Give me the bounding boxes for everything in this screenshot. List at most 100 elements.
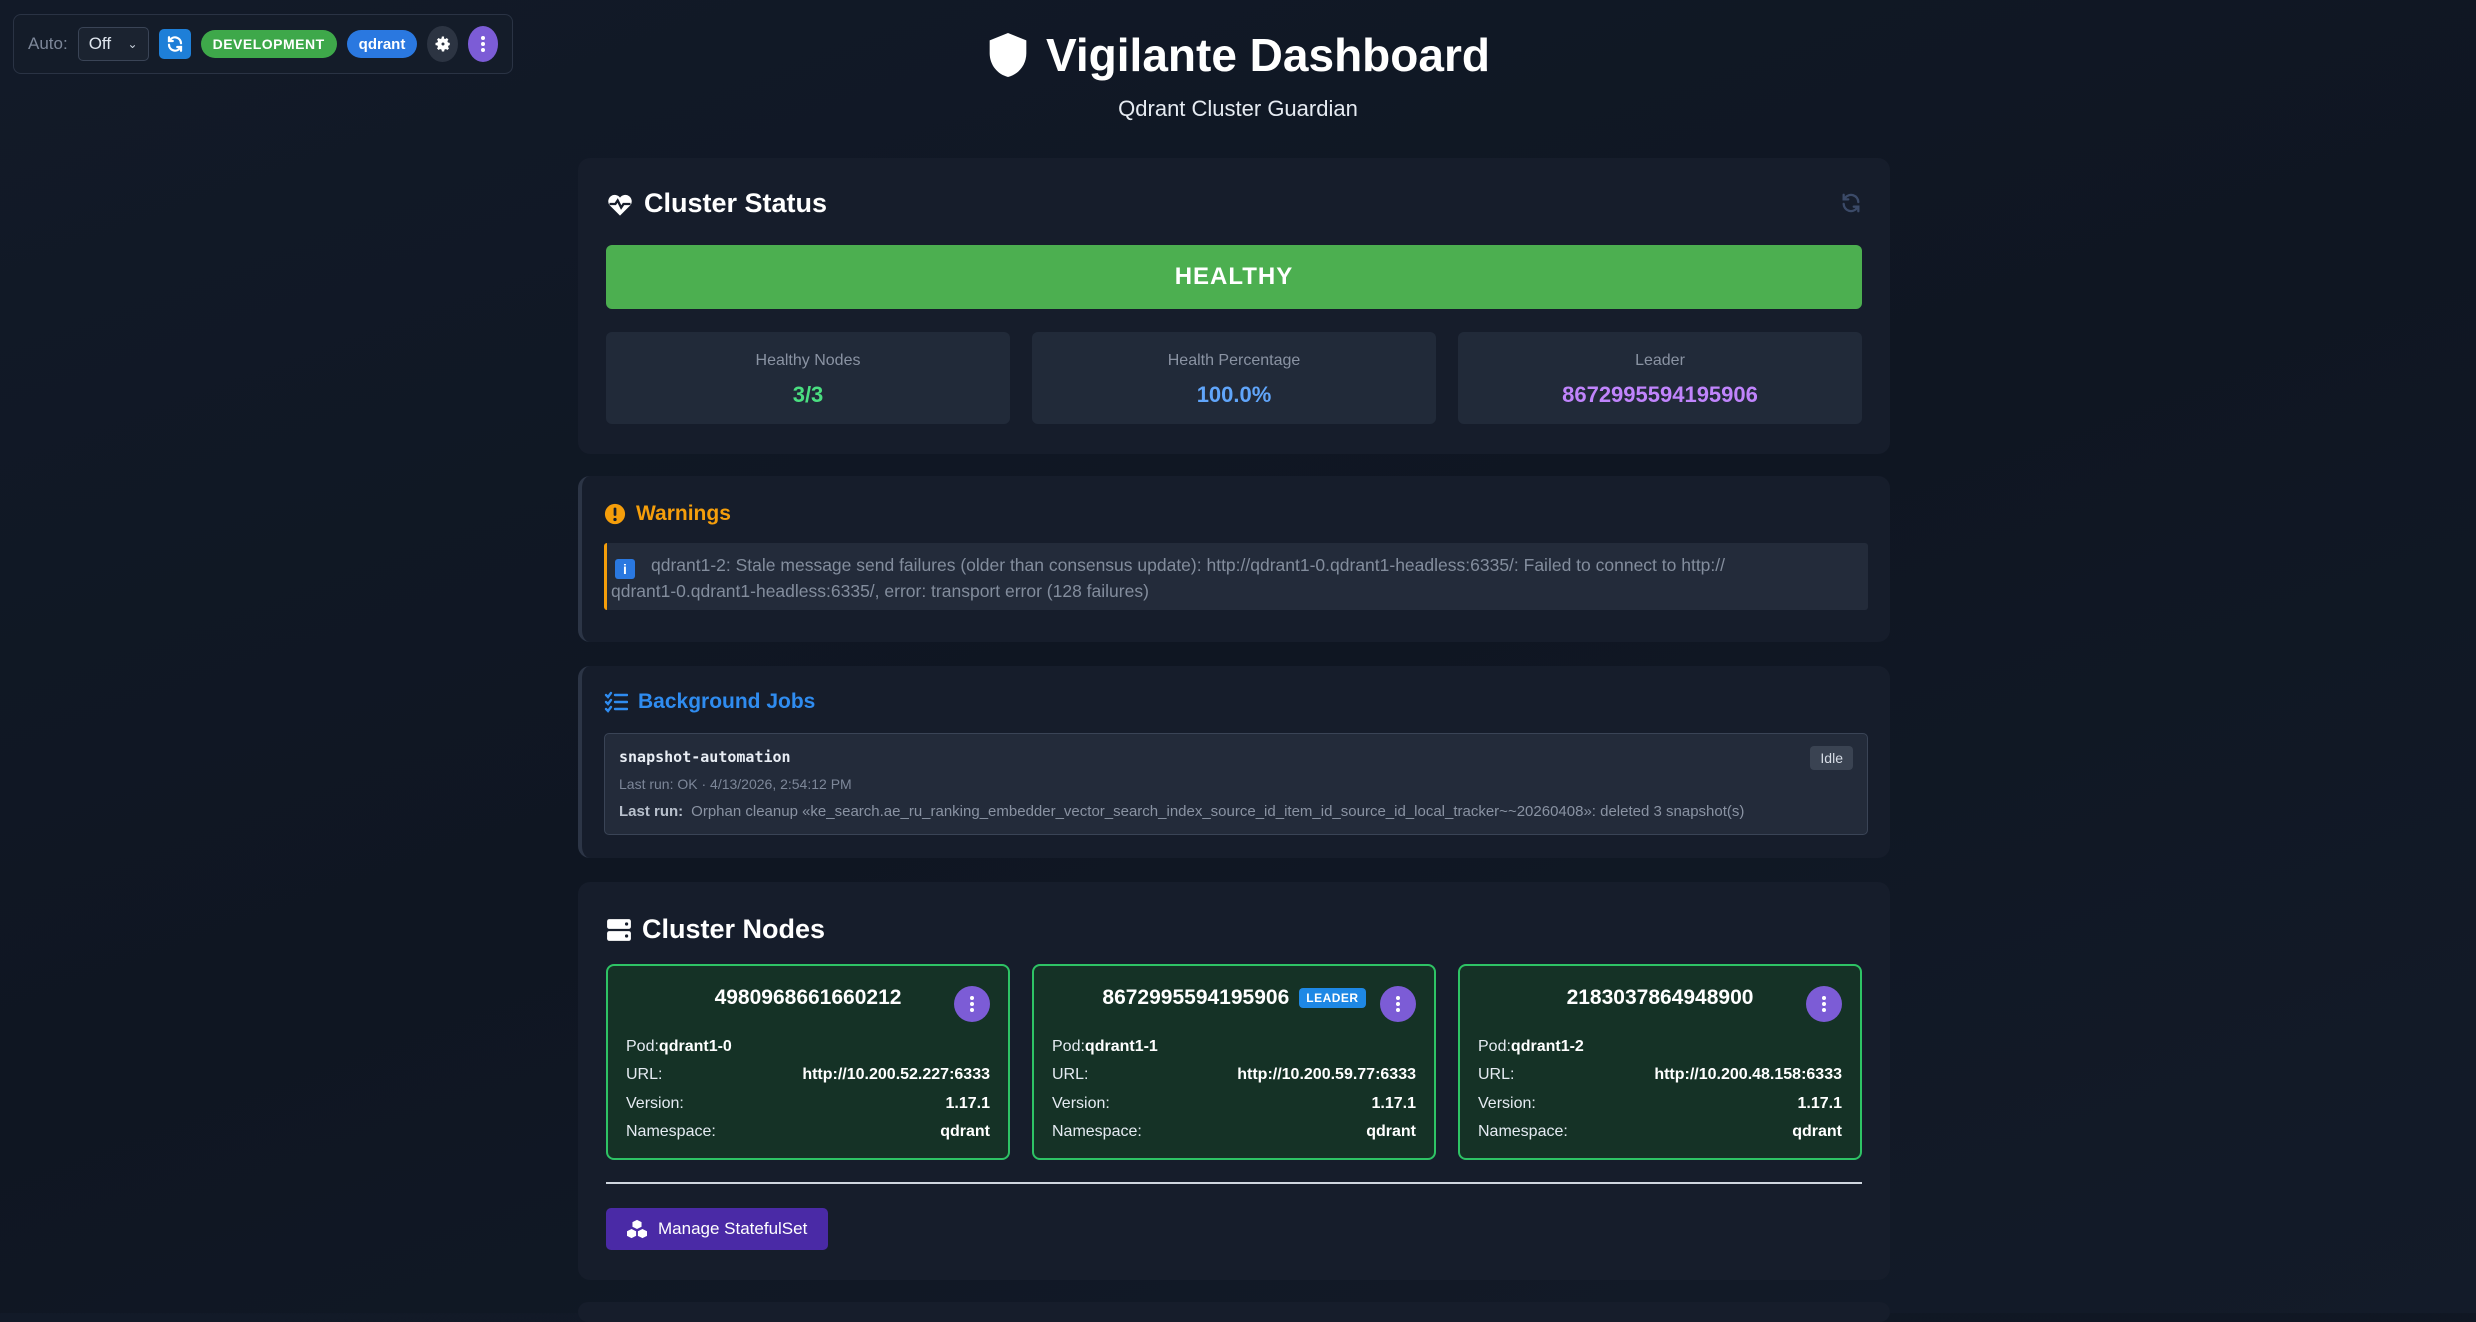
warnings-title: Warnings xyxy=(636,502,731,525)
stat-label: Healthy Nodes xyxy=(755,352,861,369)
status-refresh-button[interactable] xyxy=(1840,192,1862,219)
url-value: http://10.200.48.158:6333 xyxy=(1654,1066,1842,1083)
cluster-status-heading: Cluster Status xyxy=(606,188,827,219)
node-version-row: Version: 1.17.1 xyxy=(626,1095,990,1113)
stat-health-percentage: Health Percentage 100.0% xyxy=(1032,332,1436,424)
node-card: 8672995594195906 LEADER Pod: qdrant1-1 UR… xyxy=(1032,964,1436,1160)
node-id: 4980968661660212 xyxy=(714,986,902,1009)
pod-value: qdrant1-1 xyxy=(1084,1038,1158,1055)
node-menu-button[interactable] xyxy=(1806,986,1842,1022)
node-url-row: URL: http://10.200.48.158:6333 xyxy=(1478,1066,1842,1084)
jobs-heading: Background Jobs xyxy=(604,690,815,714)
cluster-nodes-panel: Cluster Nodes 4980968661660212 Pod: qdran… xyxy=(578,882,1890,1280)
node-header: 2183037864948900 xyxy=(1460,986,1860,1010)
node-namespace-row: Namespace: qdrant xyxy=(1478,1123,1842,1141)
cubes-icon xyxy=(627,1219,647,1239)
version-label: Version: xyxy=(626,1095,684,1112)
next-panel-edge xyxy=(578,1302,1890,1322)
node-id: 8672995594195906 xyxy=(1102,986,1290,1009)
stat-healthy-nodes: Healthy Nodes 3/3 xyxy=(606,332,1010,424)
job-last-run-summary: Last run: OK · 4/13/2026, 2:54:12 PM xyxy=(619,776,852,792)
pod-label: Pod: xyxy=(626,1038,659,1055)
cluster-nodes-title: Cluster Nodes xyxy=(642,914,826,944)
node-id: 2183037864948900 xyxy=(1566,986,1754,1009)
cluster-nodes-heading: Cluster Nodes xyxy=(606,914,825,945)
node-namespace-row: Namespace: qdrant xyxy=(626,1123,990,1141)
namespace-label: Namespace: xyxy=(1478,1123,1568,1140)
list-check-icon xyxy=(604,691,628,713)
node-menu-button[interactable] xyxy=(954,986,990,1022)
job-status-badge: Idle xyxy=(1810,746,1853,770)
node-header: 4980968661660212 xyxy=(608,986,1008,1010)
page-title: Vigilante Dashboard xyxy=(1046,29,1490,81)
refresh-icon xyxy=(1842,193,1860,213)
cluster-status-panel: Cluster Status HEALTHY Healthy Nodes 3/3… xyxy=(578,158,1890,454)
url-label: URL: xyxy=(1052,1066,1089,1083)
version-label: Version: xyxy=(1052,1095,1110,1112)
warning-text-line1: qdrant1-2: Stale message send failures (… xyxy=(651,555,1726,575)
namespace-label: Namespace: xyxy=(1052,1123,1142,1140)
url-value: http://10.200.52.227:6333 xyxy=(802,1066,990,1083)
node-version-row: Version: 1.17.1 xyxy=(1052,1095,1416,1113)
stat-value: 100.0% xyxy=(1196,382,1272,407)
url-label: URL: xyxy=(1478,1066,1515,1083)
health-status-bar: HEALTHY xyxy=(606,245,1862,309)
manage-statefulset-label: Manage StatefulSet xyxy=(658,1219,808,1238)
warnings-panel: Warnings i qdrant1-2: Stale message send … xyxy=(578,476,1890,642)
page-header: Vigilante Dashboard Qdrant Cluster Guard… xyxy=(0,28,2476,122)
stat-label: Health Percentage xyxy=(1167,352,1301,369)
background-jobs-panel: Background Jobs snapshot-automation Idle… xyxy=(578,666,1890,858)
node-pod-row: Pod: qdrant1-0 xyxy=(626,1038,990,1056)
heart-pulse-icon xyxy=(608,194,632,216)
cluster-status-title: Cluster Status xyxy=(644,188,828,218)
manage-statefulset-button[interactable]: Manage StatefulSet xyxy=(606,1208,828,1250)
shield-icon xyxy=(989,33,1027,77)
node-menu-button[interactable] xyxy=(1380,986,1416,1022)
version-value: 1.17.1 xyxy=(1371,1095,1416,1112)
info-icon: i xyxy=(615,559,635,579)
pod-value: qdrant1-2 xyxy=(1510,1038,1584,1055)
node-header: 8672995594195906 LEADER xyxy=(1034,986,1434,1010)
warning-circle-icon xyxy=(604,503,626,525)
node-namespace-row: Namespace: qdrant xyxy=(1052,1123,1416,1141)
warning-item: i qdrant1-2: Stale message send failures … xyxy=(604,543,1868,610)
pod-label: Pod: xyxy=(1052,1038,1085,1055)
more-vertical-icon xyxy=(970,996,974,1012)
job-last-run-label: Last run: xyxy=(619,803,684,820)
warnings-heading: Warnings xyxy=(604,502,731,526)
node-card: 4980968661660212 Pod: qdrant1-0 URL: http:… xyxy=(606,964,1010,1160)
namespace-value: qdrant xyxy=(940,1123,990,1140)
node-card: 2183037864948900 Pod: qdrant1-2 URL: http:… xyxy=(1458,964,1862,1160)
url-label: URL: xyxy=(626,1066,663,1083)
version-value: 1.17.1 xyxy=(945,1095,990,1112)
pod-label: Pod: xyxy=(1478,1038,1511,1055)
version-value: 1.17.1 xyxy=(1797,1095,1842,1112)
stat-value: 8672995594195906 xyxy=(1562,382,1758,407)
namespace-value: qdrant xyxy=(1792,1123,1842,1140)
pod-value: qdrant1-0 xyxy=(658,1038,732,1055)
server-icon xyxy=(607,918,631,941)
job-last-run-detail: Orphan cleanup «ke_search.ae_ru_ranking_… xyxy=(691,803,1745,820)
namespace-value: qdrant xyxy=(1366,1123,1416,1140)
more-vertical-icon xyxy=(1396,996,1400,1012)
stat-label: Leader xyxy=(1635,352,1685,369)
node-url-row: URL: http://10.200.52.227:6333 xyxy=(626,1066,990,1084)
stat-value: 3/3 xyxy=(792,382,824,407)
namespace-label: Namespace: xyxy=(626,1123,716,1140)
job-name: snapshot-automation xyxy=(619,748,791,766)
section-divider xyxy=(606,1182,1862,1184)
job-item: snapshot-automation Idle Last run: OK · … xyxy=(604,733,1868,835)
more-vertical-icon xyxy=(1822,996,1826,1012)
node-url-row: URL: http://10.200.59.77:6333 xyxy=(1052,1066,1416,1084)
stat-leader: Leader 8672995594195906 xyxy=(1458,332,1862,424)
jobs-title: Background Jobs xyxy=(638,690,816,713)
node-version-row: Version: 1.17.1 xyxy=(1478,1095,1842,1113)
url-value: http://10.200.59.77:6333 xyxy=(1237,1066,1416,1083)
version-label: Version: xyxy=(1478,1095,1536,1112)
warning-text-line2: qdrant1-0.qdrant1-headless:6335/, error:… xyxy=(611,581,1149,601)
job-last-run-detail-row: Last run: Orphan cleanup «ke_search.ae_ru… xyxy=(619,803,1744,820)
page-subtitle: Qdrant Cluster Guardian xyxy=(1118,96,1358,121)
node-pod-row: Pod: qdrant1-1 xyxy=(1052,1038,1416,1056)
node-pod-row: Pod: qdrant1-2 xyxy=(1478,1038,1842,1056)
leader-badge: LEADER xyxy=(1299,988,1366,1008)
